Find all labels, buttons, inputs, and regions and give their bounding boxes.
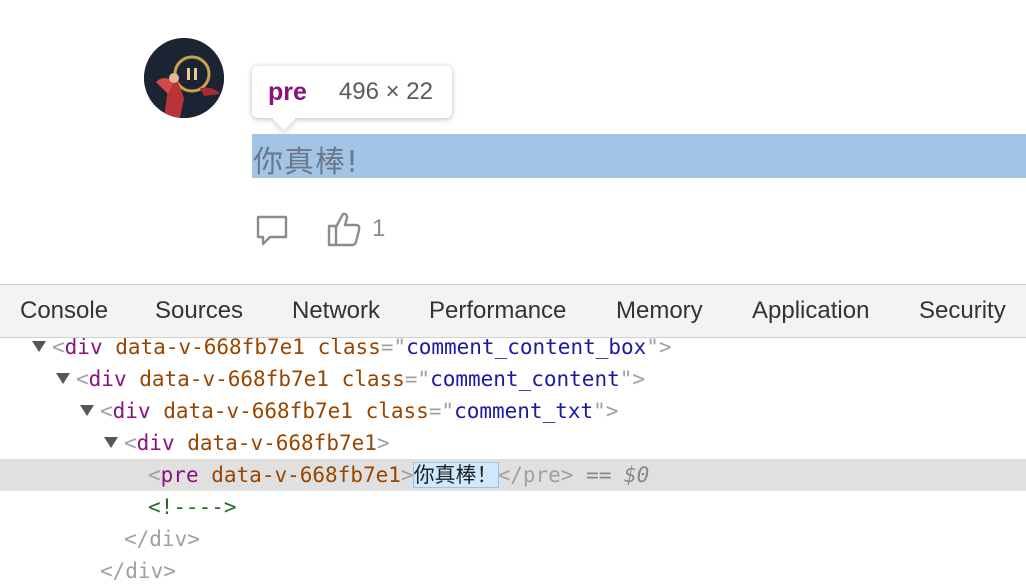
- expand-triangle-icon[interactable]: [32, 340, 46, 352]
- user-avatar[interactable]: [144, 38, 224, 118]
- tab-performance[interactable]: Performance: [429, 297, 566, 325]
- expand-triangle-icon[interactable]: [56, 372, 70, 384]
- tab-sources[interactable]: Sources: [155, 297, 243, 325]
- avatar-image: [144, 38, 224, 118]
- comment-text: 你真棒!: [253, 145, 360, 180]
- elements-dom-tree: <div data-v-668fb7e1 class="comment_cont…: [0, 338, 1026, 586]
- dom-closing-div[interactable]: </div>: [0, 523, 1026, 555]
- like-button[interactable]: 1: [326, 210, 385, 248]
- dom-comment-node[interactable]: <!---->: [0, 491, 1026, 523]
- devtools-tab-bar: Console Sources Network Performance Memo…: [0, 284, 1026, 338]
- dom-node-pre-selected[interactable]: <pre data-v-668fb7e1>你真棒！</pre> == $0: [0, 459, 1026, 491]
- expand-triangle-icon[interactable]: [104, 436, 118, 448]
- like-count: 1: [372, 215, 386, 242]
- tab-security[interactable]: Security: [919, 297, 1006, 325]
- dom-closing-div[interactable]: </div>: [0, 555, 1026, 586]
- tooltip-tag-name: pre: [268, 77, 307, 106]
- element-inspector-tooltip: pre 496 × 22: [252, 66, 452, 118]
- comment-icon: [256, 215, 288, 246]
- dom-node-comment-txt[interactable]: <div data-v-668fb7e1 class="comment_txt"…: [0, 395, 1026, 427]
- dom-node-div[interactable]: <div data-v-668fb7e1>: [0, 427, 1026, 459]
- dom-node-comment-content-box[interactable]: <div data-v-668fb7e1 class="comment_cont…: [0, 338, 1026, 363]
- tooltip-dimensions: 496 × 22: [338, 78, 433, 105]
- tab-console[interactable]: Console: [20, 297, 108, 325]
- expand-triangle-icon[interactable]: [80, 404, 94, 416]
- comment-area: pre 496 × 22 你真棒! 1: [0, 0, 1026, 284]
- element-highlight-overlay: [252, 134, 1026, 178]
- comment-button[interactable]: [254, 212, 290, 248]
- tab-memory[interactable]: Memory: [616, 297, 703, 325]
- dom-text-node[interactable]: 你真棒！: [412, 462, 499, 488]
- tab-application[interactable]: Application: [752, 297, 869, 325]
- tab-network[interactable]: Network: [292, 297, 380, 325]
- console-ref-marker: $0: [624, 463, 650, 487]
- dom-node-comment-content[interactable]: <div data-v-668fb7e1 class="comment_cont…: [0, 363, 1026, 395]
- thumbs-up-icon: [327, 212, 361, 247]
